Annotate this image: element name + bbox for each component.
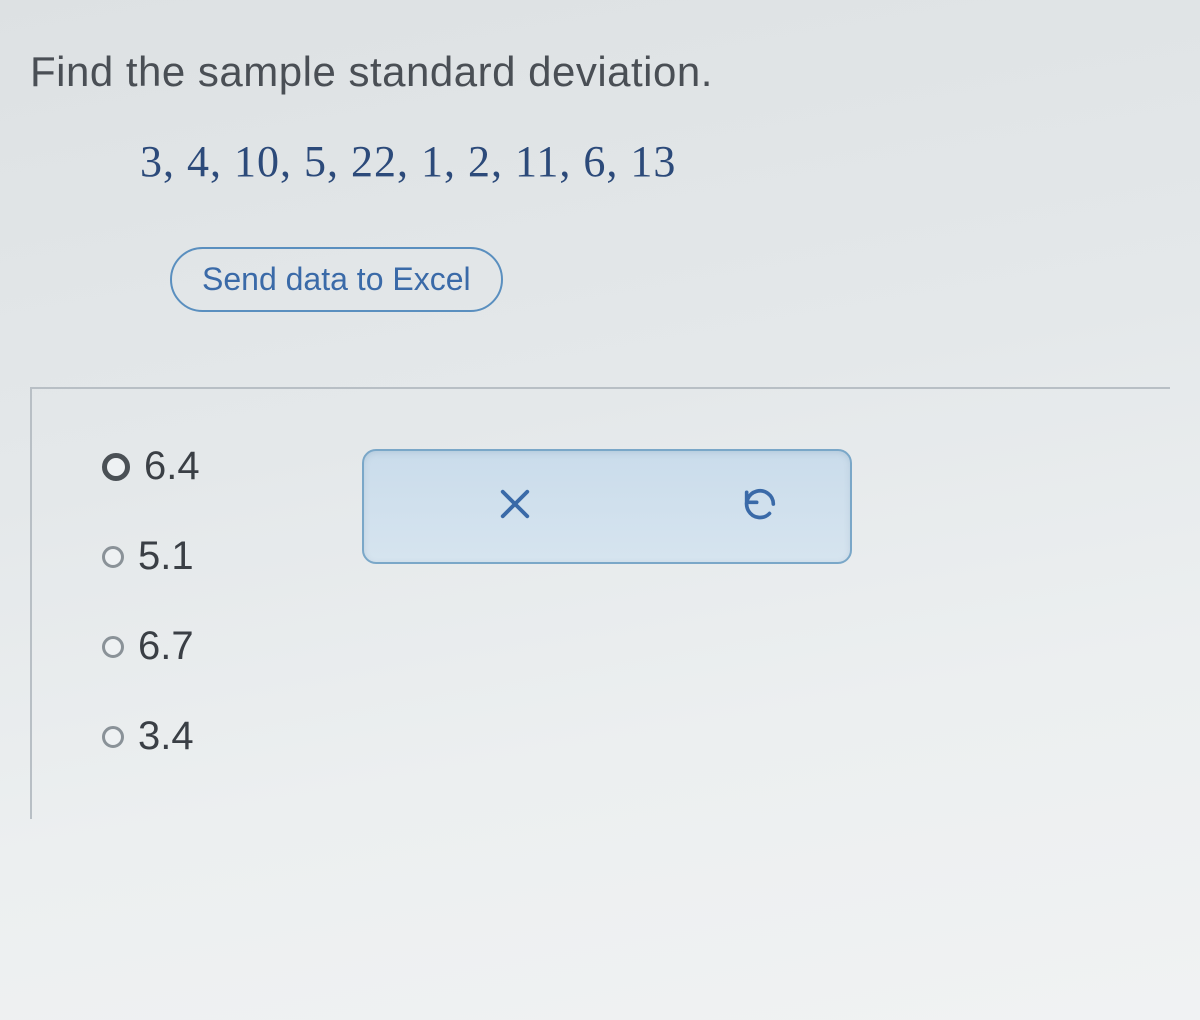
question-page: Find the sample standard deviation. 3, 4…: [0, 0, 1200, 1020]
radio-icon: [102, 636, 124, 658]
option-label: 5.1: [138, 534, 194, 579]
send-to-excel-button[interactable]: Send data to Excel: [170, 247, 503, 312]
option-label: 6.7: [138, 624, 194, 669]
option-2[interactable]: 6.7: [102, 624, 302, 669]
option-label: 6.4: [144, 444, 200, 489]
option-0[interactable]: 6.4: [102, 444, 302, 489]
radio-icon: [102, 726, 124, 748]
radio-icon: [102, 546, 124, 568]
option-1[interactable]: 5.1: [102, 534, 302, 579]
options-group: 6.4 5.1 6.7 3.4: [102, 444, 302, 759]
radio-icon: [102, 453, 130, 481]
data-values: 3, 4, 10, 5, 22, 1, 2, 11, 6, 13: [140, 136, 1170, 187]
option-3[interactable]: 3.4: [102, 714, 302, 759]
clear-icon[interactable]: [494, 483, 536, 530]
option-label: 3.4: [138, 714, 194, 759]
undo-icon[interactable]: [740, 484, 780, 529]
feedback-box: [362, 449, 852, 564]
answer-panel: 6.4 5.1 6.7 3.4: [30, 387, 1170, 819]
question-prompt: Find the sample standard deviation.: [30, 48, 1170, 96]
